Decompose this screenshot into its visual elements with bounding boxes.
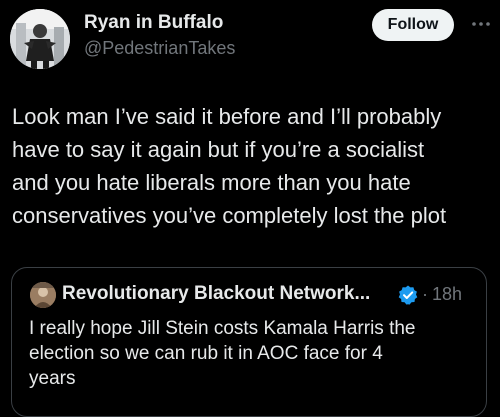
more-horizontal-icon[interactable] — [469, 12, 493, 36]
quote-author-name[interactable]: Revolutionary Blackout Network... — [62, 283, 370, 305]
tweet-text-line: conservatives you’ve completely lost the… — [12, 203, 447, 228]
author-name[interactable]: Ryan in Buffalo — [84, 12, 223, 34]
quote-text-line: election so we can rub it in AOC face fo… — [29, 343, 383, 364]
author-handle[interactable]: @PedestrianTakes — [84, 38, 235, 59]
follow-button[interactable]: Follow — [372, 9, 454, 41]
quote-timestamp[interactable]: 18h — [432, 284, 462, 305]
quote-text: I really hope Jill Stein costs Kamala Ha… — [29, 316, 479, 391]
tweet-text-line: Look man I’ve said it before and I’ll pr… — [12, 104, 442, 129]
quote-separator-dot: · — [422, 284, 428, 304]
quote-avatar[interactable] — [30, 282, 56, 308]
quote-text-line: years — [29, 368, 76, 389]
avatar[interactable] — [10, 9, 70, 69]
quote-tweet-card[interactable]: Revolutionary Blackout Network... · 18h … — [11, 267, 487, 417]
verified-badge-icon — [397, 284, 419, 306]
tweet-text: Look man I’ve said it before and I’ll pr… — [12, 100, 490, 232]
quote-text-line: I really hope Jill Stein costs Kamala Ha… — [29, 318, 416, 339]
tweet-text-line: have to say it again but if you’re a soc… — [12, 137, 425, 162]
tweet-text-line: and you hate liberals more than you hate — [12, 170, 411, 195]
